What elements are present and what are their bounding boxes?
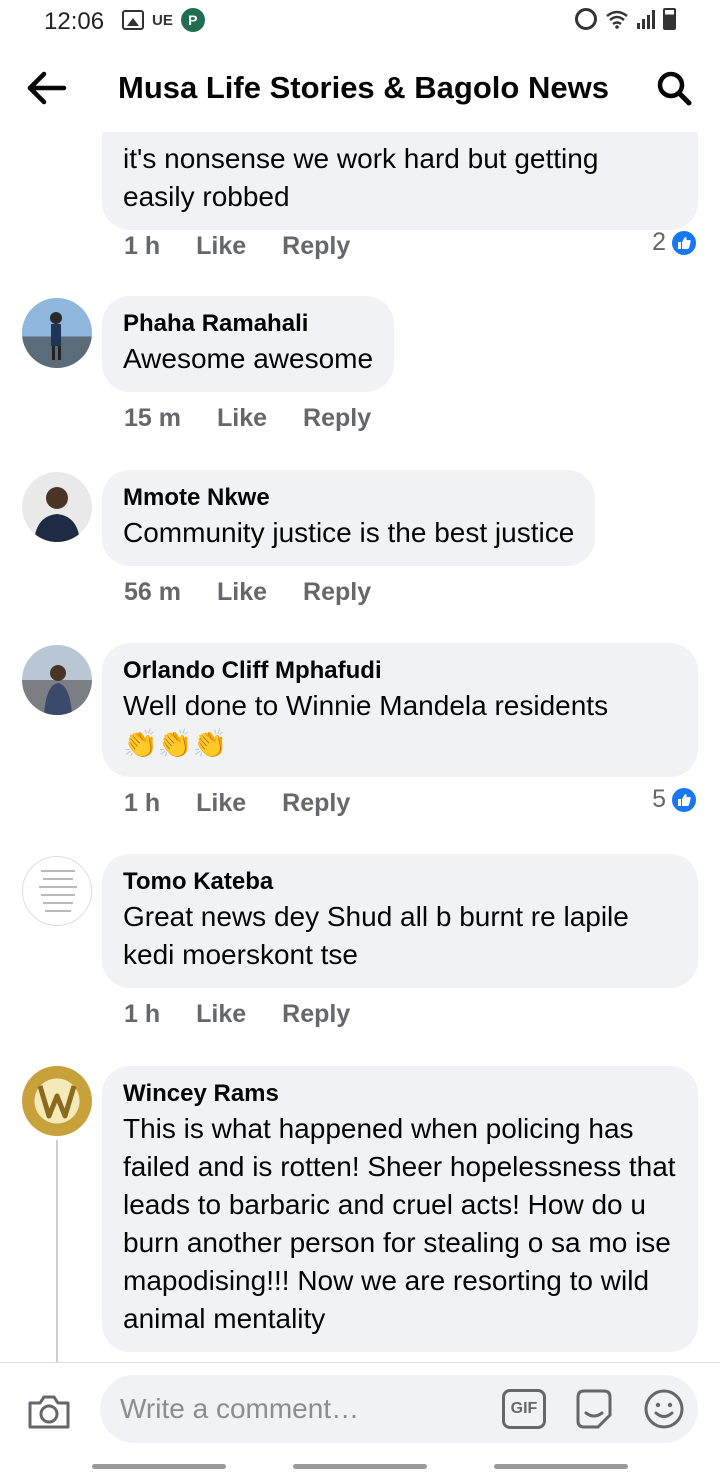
wifi-icon <box>605 9 629 29</box>
comment-time: 56 m <box>124 578 181 606</box>
emoji-icon[interactable] <box>642 1387 686 1431</box>
reaction-count: 2 <box>652 228 666 256</box>
comment-text: Awesome awesome <box>123 343 374 374</box>
comment-bubble[interactable]: Wincey Rams This is what happened when p… <box>102 1066 698 1352</box>
reaction-summary[interactable]: 2 <box>652 228 698 257</box>
comment-actions: 1 h Like Reply <box>124 1000 350 1029</box>
reply-button[interactable]: Reply <box>282 232 350 261</box>
comment-actions: 15 m Like Reply <box>124 404 371 433</box>
comment-bubble[interactable]: Orlando Cliff Mphafudi Well done to Winn… <box>102 643 698 777</box>
camera-icon[interactable] <box>26 1391 72 1431</box>
comment-composer: GIF <box>0 1362 720 1454</box>
comment-text: This is what happened when policing has … <box>123 1113 676 1334</box>
comment-bubble[interactable]: Phaha Ramahali Awesome awesome <box>102 296 395 392</box>
avatar[interactable] <box>22 645 92 715</box>
reply-button[interactable]: Reply <box>282 1000 350 1029</box>
thumbs-up-icon <box>670 785 698 814</box>
comment-bubble[interactable]: Tomo Kateba Great news dey Shud all b bu… <box>102 854 698 988</box>
comment-text: Community justice is the best justice <box>123 517 575 548</box>
comment-time: 15 m <box>124 404 181 432</box>
comment-bubble[interactable]: it's nonsense we work hard but getting e… <box>102 132 698 230</box>
back-arrow-icon[interactable] <box>24 68 72 108</box>
status-bar: 12:06 UE P <box>0 0 720 44</box>
page-header: Musa Life Stories & Bagolo News <box>0 48 720 132</box>
comment-author[interactable]: Wincey Rams <box>123 1078 677 1110</box>
avatar[interactable] <box>22 298 92 368</box>
carrier-label: UE <box>152 11 173 29</box>
gif-button[interactable]: GIF <box>502 1389 546 1429</box>
nav-back-button[interactable] <box>494 1464 628 1469</box>
comment-text: it's nonsense we work hard but getting e… <box>123 143 599 212</box>
comments-feed[interactable]: it's nonsense we work hard but getting e… <box>0 132 720 1360</box>
comment-bubble[interactable]: Mmote Nkwe Community justice is the best… <box>102 470 596 566</box>
comment-author[interactable]: Tomo Kateba <box>123 866 677 898</box>
battery-icon <box>663 8 676 30</box>
status-time: 12:06 <box>44 8 105 35</box>
search-icon[interactable] <box>654 68 694 108</box>
comment-actions: 1 h Like Reply <box>124 232 350 261</box>
comment-author[interactable]: Phaha Ramahali <box>123 308 373 340</box>
reaction-summary[interactable]: 5 <box>652 785 698 814</box>
like-button[interactable]: Like <box>196 789 246 818</box>
comment-time: 1 h <box>124 1000 161 1028</box>
app-notification-icon: P <box>180 8 205 32</box>
reply-button[interactable]: Reply <box>303 404 371 433</box>
comment-time: 1 h <box>124 232 161 260</box>
nav-recent-button[interactable] <box>92 1464 226 1469</box>
thumbs-up-icon <box>670 228 698 257</box>
comment-author[interactable]: Orlando Cliff Mphafudi <box>123 655 677 687</box>
sticker-icon[interactable] <box>572 1387 616 1431</box>
like-button[interactable]: Like <box>196 232 246 261</box>
signal-icon <box>637 9 655 29</box>
comment-actions: 56 m Like Reply <box>124 578 371 607</box>
avatar[interactable] <box>22 1066 92 1136</box>
reply-button[interactable]: Reply <box>282 789 350 818</box>
reply-thread-line <box>56 1140 58 1370</box>
comment-emoji: 👏👏👏 <box>123 727 228 760</box>
page-title: Musa Life Stories & Bagolo News <box>118 70 609 105</box>
comment-actions: 1 h Like Reply <box>124 789 350 818</box>
like-button[interactable]: Like <box>196 1000 246 1029</box>
like-button[interactable]: Like <box>217 404 267 433</box>
status-left-icons: UE P <box>122 8 205 32</box>
reply-button[interactable]: Reply <box>303 578 371 607</box>
system-nav-bar <box>0 1454 720 1480</box>
status-right-icons <box>575 8 676 30</box>
avatar[interactable] <box>22 472 92 542</box>
nav-home-button[interactable] <box>293 1464 427 1469</box>
alarm-icon <box>575 8 597 30</box>
avatar[interactable] <box>22 856 92 926</box>
comment-text: Great news dey Shud all b burnt re lapil… <box>123 901 629 970</box>
like-button[interactable]: Like <box>217 578 267 607</box>
reaction-count: 5 <box>652 785 666 813</box>
gallery-icon <box>122 10 144 30</box>
comment-author[interactable]: Mmote Nkwe <box>123 482 574 514</box>
comment-text: Well done to Winnie Mandela residents <box>123 690 609 721</box>
comment-time: 1 h <box>124 789 161 817</box>
